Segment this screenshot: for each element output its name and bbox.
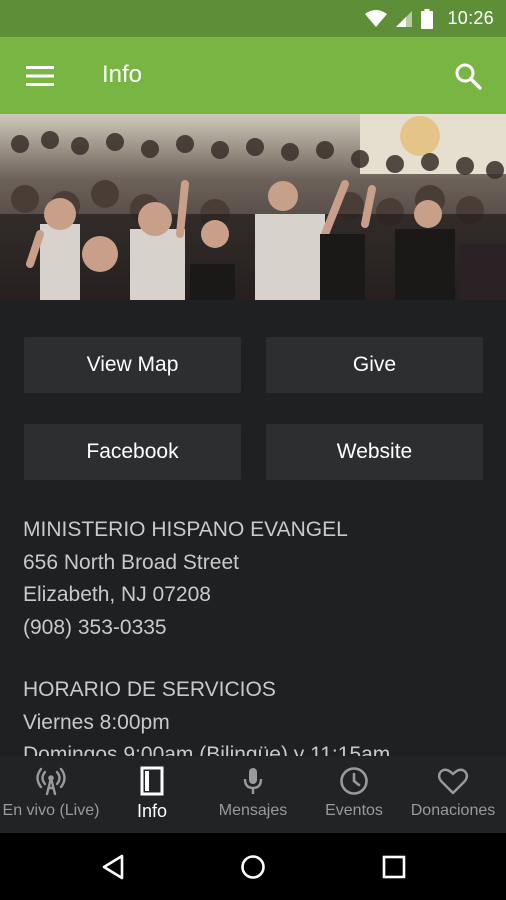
phone-number: (908) 353-0335 bbox=[23, 615, 167, 639]
page-icon bbox=[140, 766, 164, 796]
app-bar: Info bbox=[0, 37, 506, 114]
church-info: MINISTERIO HISPANO EVANGEL 656 North Bro… bbox=[23, 514, 483, 756]
status-icons: 10:26 bbox=[365, 0, 494, 37]
church-name: MINISTERIO HISPANO EVANGEL bbox=[23, 518, 348, 541]
microphone-icon bbox=[243, 768, 263, 794]
website-button[interactable]: Website bbox=[266, 424, 483, 480]
give-button[interactable]: Give bbox=[266, 337, 483, 393]
wifi-icon bbox=[365, 9, 388, 27]
hero-image bbox=[0, 114, 506, 300]
nav-item-info[interactable]: Info bbox=[102, 756, 202, 833]
page-title: Info bbox=[102, 61, 143, 88]
signal-icon bbox=[396, 10, 413, 27]
schedule-heading: HORARIO DE SERVICIOS bbox=[23, 678, 276, 701]
nav-label: En vivo (Live) bbox=[2, 802, 100, 819]
schedule-line: Domingos 9:00am (Bilingüe) y 11:15am bbox=[23, 743, 391, 756]
recents-icon[interactable] bbox=[382, 855, 406, 879]
system-navigation-bar bbox=[0, 833, 506, 900]
battery-icon bbox=[421, 8, 434, 29]
bottom-navigation: En vivo (Live) Info Mensajes Eventos Don… bbox=[0, 756, 506, 833]
back-icon[interactable] bbox=[100, 854, 126, 880]
nav-item-donations[interactable]: Donaciones bbox=[400, 756, 506, 833]
heart-icon bbox=[437, 768, 469, 795]
nav-label: Mensajes bbox=[218, 802, 288, 819]
hamburger-menu-icon[interactable] bbox=[26, 65, 54, 87]
broadcast-icon bbox=[36, 767, 66, 796]
view-map-button[interactable]: View Map bbox=[24, 337, 241, 393]
nav-item-messages[interactable]: Mensajes bbox=[202, 756, 304, 833]
facebook-button[interactable]: Facebook bbox=[24, 424, 241, 480]
home-icon[interactable] bbox=[240, 854, 266, 880]
status-bar: 10:26 bbox=[0, 0, 506, 37]
nav-label: Eventos bbox=[325, 802, 383, 819]
schedule-line: Viernes 8:00pm bbox=[23, 710, 170, 734]
search-icon[interactable] bbox=[454, 62, 482, 90]
nav-label: Info bbox=[136, 801, 168, 821]
street-address: 656 North Broad Street bbox=[23, 550, 239, 574]
city-state-zip: Elizabeth, NJ 07208 bbox=[23, 583, 211, 606]
nav-label: Donaciones bbox=[410, 802, 496, 819]
nav-item-events[interactable]: Eventos bbox=[304, 756, 404, 833]
clock-icon bbox=[340, 767, 368, 795]
nav-item-live[interactable]: En vivo (Live) bbox=[0, 756, 102, 833]
status-time: 10:26 bbox=[447, 8, 494, 28]
